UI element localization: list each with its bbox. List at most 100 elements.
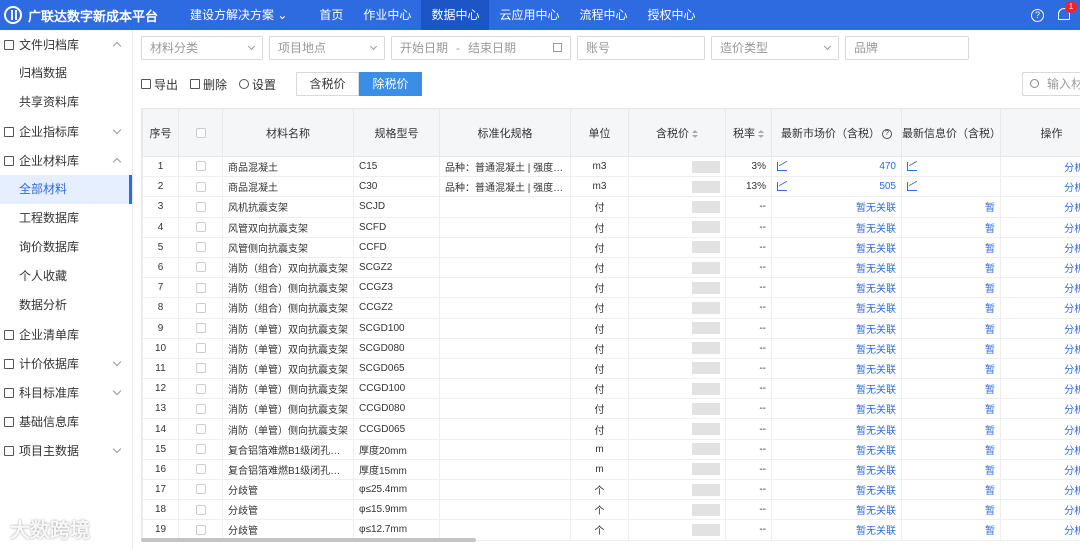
no-association-link[interactable]: 暂无关联 [856, 385, 896, 396]
latest-market-price[interactable]: 暂无关联 [771, 337, 902, 359]
material-category-select[interactable]: 材料分类 [141, 36, 263, 60]
no-association-link[interactable]: 暂无关联 [856, 365, 896, 376]
table-row[interactable]: 18 分歧管φ≤15.9mm 个 -- 暂无关联 暂分析 编 [142, 499, 1080, 521]
no-association-link[interactable]: 暂无关联 [856, 506, 896, 517]
latest-info-price[interactable]: 暂 [901, 236, 1001, 258]
table-row[interactable]: 15 复合铝箔难燃B1级闭孔发泡...厚度20mm m -- 暂无关联 暂分析 编 [142, 438, 1080, 460]
table-row[interactable]: 11 消防（单管）双向抗震支架SCGD065 付 -- 暂无关联 暂分析 编 [142, 357, 1080, 380]
row-checkbox[interactable] [195, 222, 206, 233]
info-price-link[interactable]: 暂 [985, 385, 995, 396]
latest-info-price[interactable]: 暂 [901, 438, 1001, 460]
topnav-item-0[interactable]: 建设方解决方案 ⌄ [180, 0, 309, 30]
analyze-link[interactable]: 分析 [1064, 365, 1080, 376]
analyze-link[interactable]: 分析 [1064, 183, 1080, 194]
latest-info-price[interactable]: 暂 [901, 196, 1001, 218]
no-association-link[interactable]: 暂无关联 [856, 284, 896, 295]
sidebar-item-8[interactable]: 个人收藏 [0, 262, 132, 291]
table-row[interactable]: 14 消防（单管）侧向抗震支架CCGD065 付 -- 暂无关联 暂分析 编 [142, 418, 1080, 440]
latest-market-price[interactable]: 暂无关联 [771, 256, 902, 279]
column-header-7[interactable]: 税率 [725, 108, 772, 157]
info-price-link[interactable]: 暂 [985, 244, 995, 255]
table-row[interactable]: 6 消防（组合）双向抗震支架SCGZ2 付 -- 暂无关联 暂分析 编 [142, 256, 1080, 279]
no-association-link[interactable]: 暂无关联 [856, 264, 896, 275]
latest-info-price[interactable]: 暂 [901, 478, 1001, 501]
row-checkbox[interactable] [195, 504, 206, 515]
latest-market-price[interactable]: 暂无关联 [771, 478, 902, 501]
latest-info-price[interactable]: 暂 [901, 337, 1001, 359]
table-row[interactable]: 5 风管侧向抗震支架CCFD 付 -- 暂无关联 暂分析 编 [142, 236, 1080, 258]
horizontal-scrollbar[interactable] [141, 538, 476, 542]
project-location-select[interactable]: 项目地点 [269, 36, 385, 60]
analyze-link[interactable]: 分析 [1064, 385, 1080, 396]
latest-info-price[interactable]: 暂 [901, 216, 1001, 238]
trend-chart-icon[interactable] [907, 182, 917, 192]
column-header-1[interactable] [178, 108, 223, 157]
row-checkbox[interactable] [195, 524, 206, 535]
latest-market-price[interactable]: 暂无关联 [771, 357, 902, 380]
info-price-link[interactable]: 暂 [985, 304, 995, 315]
latest-market-price[interactable]: 暂无关联 [771, 398, 902, 420]
table-row[interactable]: 12 消防（单管）侧向抗震支架CCGD100 付 -- 暂无关联 暂分析 编 [142, 378, 1080, 400]
table-row[interactable]: 4 风管双向抗震支架SCFD 付 -- 暂无关联 暂分析 编 [142, 216, 1080, 238]
latest-info-price[interactable]: 暂 [901, 317, 1001, 339]
row-checkbox[interactable] [195, 242, 206, 253]
market-price-value[interactable]: 505 [879, 181, 896, 192]
no-association-link[interactable]: 暂无关联 [856, 486, 896, 497]
analyze-link[interactable]: 分析 [1064, 486, 1080, 497]
latest-info-price[interactable]: 暂 [901, 277, 1001, 299]
sidebar-item-1[interactable]: 归档数据 [0, 59, 132, 88]
tax-excluded-tab[interactable]: 除税价 [359, 72, 423, 96]
latest-info-price[interactable]: 暂 [901, 458, 1001, 481]
table-row[interactable]: 7 消防（组合）侧向抗震支架CCGZ3 付 -- 暂无关联 暂分析 编 [142, 277, 1080, 299]
table-row[interactable]: 16 复合铝箔难燃B1级闭孔发泡...厚度15mm m -- 暂无关联 暂分析 编 [142, 458, 1080, 481]
sidebar-item-5[interactable]: 全部材料 [0, 175, 132, 204]
app-logo[interactable]: 广联达数字新成本平台 [0, 6, 180, 25]
analyze-link[interactable]: 分析 [1064, 526, 1080, 537]
info-price-link[interactable]: 暂 [985, 284, 995, 295]
analyze-link[interactable]: 分析 [1064, 163, 1080, 174]
latest-info-price[interactable]: 暂 [901, 418, 1001, 440]
latest-info-price[interactable]: 暂 [901, 297, 1001, 319]
analyze-link[interactable]: 分析 [1064, 345, 1080, 356]
row-checkbox[interactable] [195, 322, 206, 333]
analyze-link[interactable]: 分析 [1064, 325, 1080, 336]
analyze-link[interactable]: 分析 [1064, 446, 1080, 457]
date-range-picker[interactable]: 开始日期 - 结束日期 [391, 36, 571, 60]
analyze-link[interactable]: 分析 [1064, 203, 1080, 214]
table-row[interactable]: 13 消防（单管）侧向抗震支架CCGD080 付 -- 暂无关联 暂分析 编 [142, 398, 1080, 420]
analyze-link[interactable]: 分析 [1064, 284, 1080, 295]
trend-chart-icon[interactable] [777, 182, 787, 192]
latest-market-price[interactable]: 暂无关联 [771, 317, 902, 339]
sidebar-group-4[interactable]: 企业材料库 [0, 146, 132, 175]
latest-market-price[interactable]: 暂无关联 [771, 418, 902, 440]
info-price-link[interactable]: 暂 [985, 405, 995, 416]
no-association-link[interactable]: 暂无关联 [856, 426, 896, 437]
no-association-link[interactable]: 暂无关联 [856, 405, 896, 416]
account-input[interactable]: 账号 [577, 36, 705, 60]
info-price-link[interactable]: 暂 [985, 264, 995, 275]
analyze-link[interactable]: 分析 [1064, 506, 1080, 517]
latest-market-price[interactable]: 暂无关联 [771, 297, 902, 319]
table-row[interactable]: 3 风机抗震支架SCJD 付 -- 暂无关联 暂分析 编 [142, 196, 1080, 218]
no-association-link[interactable]: 暂无关联 [856, 304, 896, 315]
latest-info-price[interactable]: 暂 [901, 398, 1001, 420]
latest-info-price[interactable]: 暂 [901, 357, 1001, 380]
delete-button[interactable]: 删除 [190, 76, 227, 93]
info-price-link[interactable]: 暂 [985, 365, 995, 376]
sidebar-group-14[interactable]: 项目主数据 [0, 436, 132, 465]
no-association-link[interactable]: 暂无关联 [856, 203, 896, 214]
column-header-6[interactable]: 含税价 [628, 108, 726, 157]
row-checkbox[interactable] [195, 363, 206, 374]
select-all-checkbox[interactable] [195, 127, 206, 138]
help-icon[interactable]: ? [882, 128, 892, 139]
topnav-item-6[interactable]: 授权中心 [637, 0, 705, 30]
analyze-link[interactable]: 分析 [1064, 466, 1080, 477]
latest-info-price[interactable]: 暂 [901, 499, 1001, 521]
help-icon[interactable]: ? [1031, 8, 1044, 22]
latest-market-price[interactable]: 暂无关联 [771, 458, 902, 481]
info-price-link[interactable]: 暂 [985, 486, 995, 497]
no-association-link[interactable]: 暂无关联 [856, 466, 896, 477]
row-checkbox[interactable] [195, 484, 206, 495]
topnav-item-4[interactable]: 云应用中心 [489, 0, 569, 30]
latest-market-price[interactable]: 暂无关联 [771, 519, 902, 541]
